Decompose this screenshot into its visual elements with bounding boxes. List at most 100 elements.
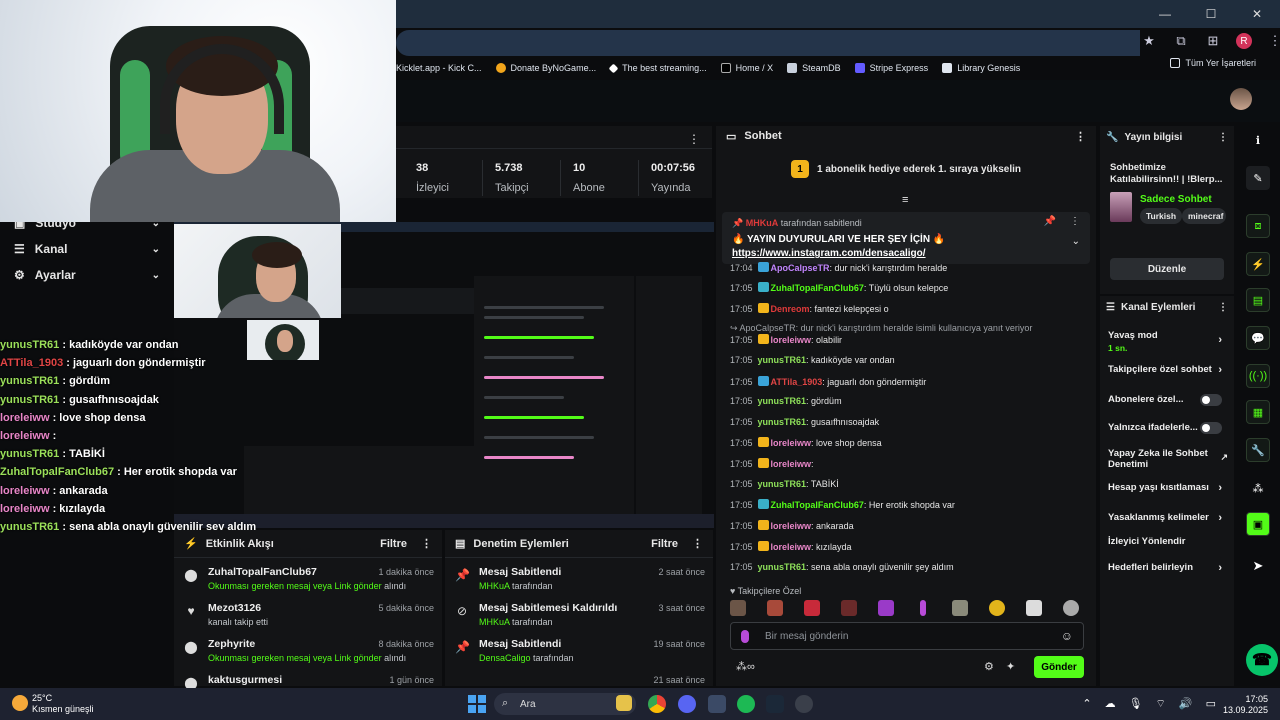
chat-username[interactable]: Denreom: [771, 304, 810, 314]
menu-kebab-icon[interactable]: ⋮: [1266, 32, 1280, 50]
emote[interactable]: [1026, 600, 1042, 616]
panel-more-icon[interactable]: ⋮: [421, 537, 432, 550]
chat-message[interactable]: 17:05 ATTila_1903: jaguarlı don göndermiş…: [730, 376, 926, 387]
extensions-icon[interactable]: ⊞: [1204, 32, 1222, 50]
chat-username[interactable]: ZuhalTopalFanClub67: [771, 283, 864, 293]
filter-button[interactable]: Filtre: [380, 538, 407, 550]
panel-more-icon[interactable]: ⋮: [1218, 132, 1228, 143]
panel-more-icon[interactable]: ⋮: [688, 132, 700, 146]
chat-username[interactable]: loreleiww: [771, 459, 812, 469]
bookmark-x[interactable]: Home / X: [720, 63, 773, 73]
more-icon[interactable]: ⋮: [1070, 216, 1080, 227]
emotes-only-setting[interactable]: Yalnızca ifadelerle...: [1108, 422, 1228, 434]
chat-message[interactable]: 17:05 loreleiww: olabilir: [730, 334, 842, 345]
layout-icon[interactable]: ▦: [1246, 400, 1270, 424]
chat-username[interactable]: ATTila_1903: [771, 377, 823, 387]
subscribers-only-toggle[interactable]: [1200, 394, 1222, 406]
obs-icon[interactable]: [795, 695, 813, 713]
tag-pill[interactable]: minecraf: [1182, 208, 1226, 224]
chat-input[interactable]: Bir mesaj gönderin ☺: [730, 622, 1084, 650]
viewer-redirect-setting[interactable]: İzleyici Yönlendir: [1108, 536, 1228, 547]
chat-message[interactable]: 17:05 yunusTR61: gusaıfhnısoajdak: [730, 417, 879, 427]
profile-avatar[interactable]: R: [1236, 33, 1252, 49]
chevron-down-icon[interactable]: ⌄: [1072, 236, 1080, 247]
mic-icon[interactable]: 🎙: [1129, 697, 1143, 711]
category-name[interactable]: Sadece Sohbet: [1140, 194, 1212, 205]
emote[interactable]: [730, 600, 746, 616]
steam-icon[interactable]: [766, 695, 784, 713]
chat-bubble-icon[interactable]: 💬: [1246, 326, 1270, 350]
help-chat-icon[interactable]: ☎: [1246, 644, 1278, 676]
slow-mode-setting[interactable]: Yavaş mod 1 sn. ›: [1108, 330, 1228, 353]
edit-pencil-icon[interactable]: ✎: [1246, 166, 1270, 190]
taskbar-search[interactable]: ⌕ Ara: [494, 693, 636, 715]
sub-goal-banner[interactable]: 1 1 abonelik hediye ederek 1. sıraya yük…: [716, 160, 1096, 178]
cloud-icon[interactable]: ☁: [1105, 697, 1116, 711]
chat-username[interactable]: loreleiww: [771, 521, 812, 531]
chat-message[interactable]: 17:05 loreleiww:: [730, 458, 814, 469]
ai-moderation-setting[interactable]: Yapay Zeka ile Sohbet Denetimi ↗: [1108, 448, 1228, 470]
pinned-link[interactable]: https://www.instagram.com/densacaligo/: [732, 248, 926, 259]
emotes-only-toggle[interactable]: [1200, 422, 1222, 434]
chat-message[interactable]: 17:05 yunusTR61: sena abla onaylı güvenil…: [730, 562, 954, 572]
chevron-up-icon[interactable]: ⌃: [1082, 697, 1091, 711]
chat-message[interactable]: 17:05 Denreom: fantezi kelepçesi o: [730, 303, 889, 314]
volume-icon[interactable]: 🔊: [1179, 697, 1193, 711]
chat-username[interactable]: ApoCalpseTR: [771, 263, 830, 273]
minimize-button[interactable]: —: [1142, 0, 1188, 28]
emote[interactable]: [920, 600, 926, 616]
lightning-icon[interactable]: ⚡: [1246, 252, 1270, 276]
chat-message[interactable]: 17:05 yunusTR61: gördüm: [730, 396, 842, 406]
chat-message[interactable]: 17:05 yunusTR61: TABİKİ: [730, 479, 839, 489]
chat-message[interactable]: 17:05 yunusTR61: kadıköyde var ondan: [730, 355, 895, 365]
chat-username[interactable]: loreleiww: [771, 542, 812, 552]
address-bar[interactable]: [396, 30, 1140, 56]
chat-message[interactable]: 17:05 loreleiww: love shop densa: [730, 437, 882, 448]
bookmark-streaming[interactable]: The best streaming...: [608, 63, 707, 73]
sidebar-item-settings[interactable]: ⚙ Ayarlar ⌄: [14, 268, 160, 282]
all-bookmarks-folder[interactable]: Tüm Yer İşaretleri: [1170, 58, 1256, 68]
emote[interactable]: [804, 600, 820, 616]
emote[interactable]: [841, 600, 857, 616]
chat-message[interactable]: 17:05 loreleiww: kızılayda: [730, 541, 852, 552]
collapse-icon[interactable]: ≡: [902, 194, 908, 206]
chat-message[interactable]: 17:05 ZuhalTopalFanClub67: Tüylü olsun ke…: [730, 282, 948, 293]
chat-username[interactable]: yunusTR61: [758, 479, 807, 489]
chat-message[interactable]: 17:05 loreleiww: ankarada: [730, 520, 854, 531]
pin-icon[interactable]: 📌: [1044, 216, 1056, 227]
emote-picker-icon[interactable]: ✦: [1006, 660, 1015, 673]
bookmark-steamdb[interactable]: SteamDB: [787, 63, 841, 73]
folder-icon[interactable]: [616, 695, 632, 711]
bookmark-kicklet[interactable]: Kicklet.app - Kick C...: [396, 63, 482, 73]
translate-icon[interactable]: ⧉: [1172, 32, 1190, 50]
emote[interactable]: [1063, 600, 1079, 616]
chat-username[interactable]: yunusTR61: [758, 355, 807, 365]
gear-icon[interactable]: ⚙: [984, 660, 994, 673]
panel-more-icon[interactable]: ⋮: [692, 537, 703, 550]
goals-setting[interactable]: Hedefleri belirleyin ›: [1108, 562, 1228, 574]
user-avatar[interactable]: [1230, 88, 1252, 110]
chat-username[interactable]: loreleiww: [771, 438, 812, 448]
wifi-icon[interactable]: ⌔: [1156, 697, 1166, 711]
infinity-icon[interactable]: ⁂∞: [736, 660, 755, 673]
tag-pill[interactable]: Turkish: [1140, 208, 1183, 224]
account-age-setting[interactable]: Hesap yaşı kısıtlaması ›: [1108, 482, 1228, 494]
mic-icon[interactable]: [741, 630, 749, 643]
bookmark-star-icon[interactable]: ★: [1140, 32, 1158, 50]
list-icon[interactable]: ▤: [1246, 288, 1270, 312]
green-app-icon[interactable]: ▣: [1246, 512, 1270, 536]
edit-button[interactable]: Düzenle: [1110, 258, 1224, 280]
chat-message[interactable]: 17:04 ApoCalpseTR: dur nick'i karıştırdım…: [730, 262, 947, 273]
maximize-button[interactable]: ☐: [1188, 0, 1234, 28]
banned-words-setting[interactable]: Yasaklanmış kelimeler ›: [1108, 512, 1228, 524]
panel-more-icon[interactable]: ⋮: [1075, 130, 1086, 143]
taskbar-clock[interactable]: 17:05 13.09.2025: [1223, 694, 1268, 716]
chat-username[interactable]: yunusTR61: [758, 396, 807, 406]
info-icon[interactable]: ℹ: [1246, 128, 1270, 152]
bookmark-stripe[interactable]: Stripe Express: [854, 63, 928, 73]
panel-more-icon[interactable]: ⋮: [1218, 302, 1228, 313]
emote[interactable]: [952, 600, 968, 616]
bookmark-libgen[interactable]: Library Genesis: [942, 63, 1020, 73]
emote[interactable]: [767, 600, 783, 616]
sidebar-item-channel[interactable]: ☰ Kanal ⌄: [14, 242, 160, 256]
